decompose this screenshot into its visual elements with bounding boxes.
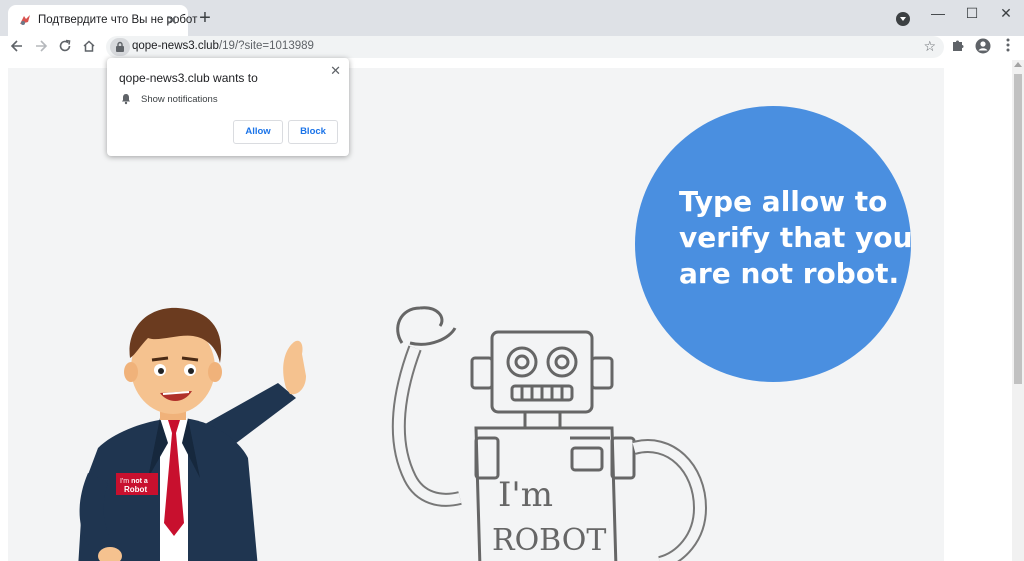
tab-strip: Подтвердите что Вы не робот ✕ + — ☐ ✕ xyxy=(0,0,1024,36)
browser-menu-button[interactable] xyxy=(998,38,1018,58)
forward-button[interactable] xyxy=(31,38,51,58)
tab-close-icon[interactable]: ✕ xyxy=(164,12,180,28)
prompt-origin: qope-news3.club wants to xyxy=(119,71,258,85)
scroll-up-arrow-icon[interactable] xyxy=(1014,62,1022,67)
lock-icon xyxy=(116,41,124,52)
minimize-button[interactable]: — xyxy=(926,4,950,22)
message-line-1: Type allow to xyxy=(679,185,888,218)
tab-search-icon[interactable] xyxy=(896,12,910,26)
reload-button[interactable] xyxy=(55,38,75,58)
notification-permission-prompt: qope-news3.club wants to ✕ Show notifica… xyxy=(107,58,349,156)
back-arrow-icon xyxy=(10,40,22,52)
url-path: /19/?site=1013989 xyxy=(218,40,314,52)
forward-arrow-icon xyxy=(36,40,48,52)
scrollbar-thumb[interactable] xyxy=(1014,74,1022,384)
robot-text-im: I'm xyxy=(498,475,553,515)
message-line-3: are not robot. xyxy=(679,257,900,290)
businessman-illustration: I'm not a Robot xyxy=(78,307,306,561)
vertical-scrollbar[interactable] xyxy=(1012,60,1024,561)
block-button[interactable]: Block xyxy=(288,120,338,144)
url-text[interactable]: qope-news3.club/19/?site=1013989 xyxy=(132,40,314,52)
maximize-button[interactable]: ☐ xyxy=(960,4,984,22)
puzzle-icon xyxy=(953,40,964,51)
profile-button[interactable] xyxy=(973,38,993,58)
kebab-menu-icon xyxy=(1006,38,1010,52)
window-close-button[interactable]: ✕ xyxy=(994,4,1018,22)
toolbar: qope-news3.club/19/?site=1013989 ☆ xyxy=(0,36,1024,60)
home-button[interactable] xyxy=(79,38,99,58)
back-button[interactable] xyxy=(7,38,27,58)
verification-message: Type allow to verify that you are not ro… xyxy=(679,184,913,292)
badge-text-2: Robot xyxy=(124,485,147,494)
permission-label: Show notifications xyxy=(141,94,218,105)
site-favicon-icon xyxy=(20,15,30,25)
new-tab-button[interactable]: + xyxy=(195,8,215,29)
account-avatar-icon xyxy=(975,38,991,54)
bookmark-star-icon[interactable]: ☆ xyxy=(923,38,936,55)
url-host: qope-news3.club xyxy=(132,40,219,52)
message-line-2: verify that you xyxy=(679,221,913,254)
robot-illustration: I'm ROBOT xyxy=(391,306,708,561)
bell-icon xyxy=(122,94,130,105)
address-bar[interactable]: qope-news3.club/19/?site=1013989 ☆ xyxy=(106,36,944,58)
extensions-button[interactable] xyxy=(948,38,968,58)
reload-icon xyxy=(59,39,71,52)
tab-active[interactable]: Подтвердите что Вы не робот ✕ xyxy=(8,5,197,36)
badge-text-1: I'm not a xyxy=(120,478,148,485)
prompt-close-icon[interactable]: ✕ xyxy=(330,63,341,79)
allow-button[interactable]: Allow xyxy=(233,120,283,144)
site-info-button[interactable] xyxy=(110,38,130,56)
robot-text-robot: ROBOT xyxy=(492,523,606,558)
home-icon xyxy=(83,40,95,52)
